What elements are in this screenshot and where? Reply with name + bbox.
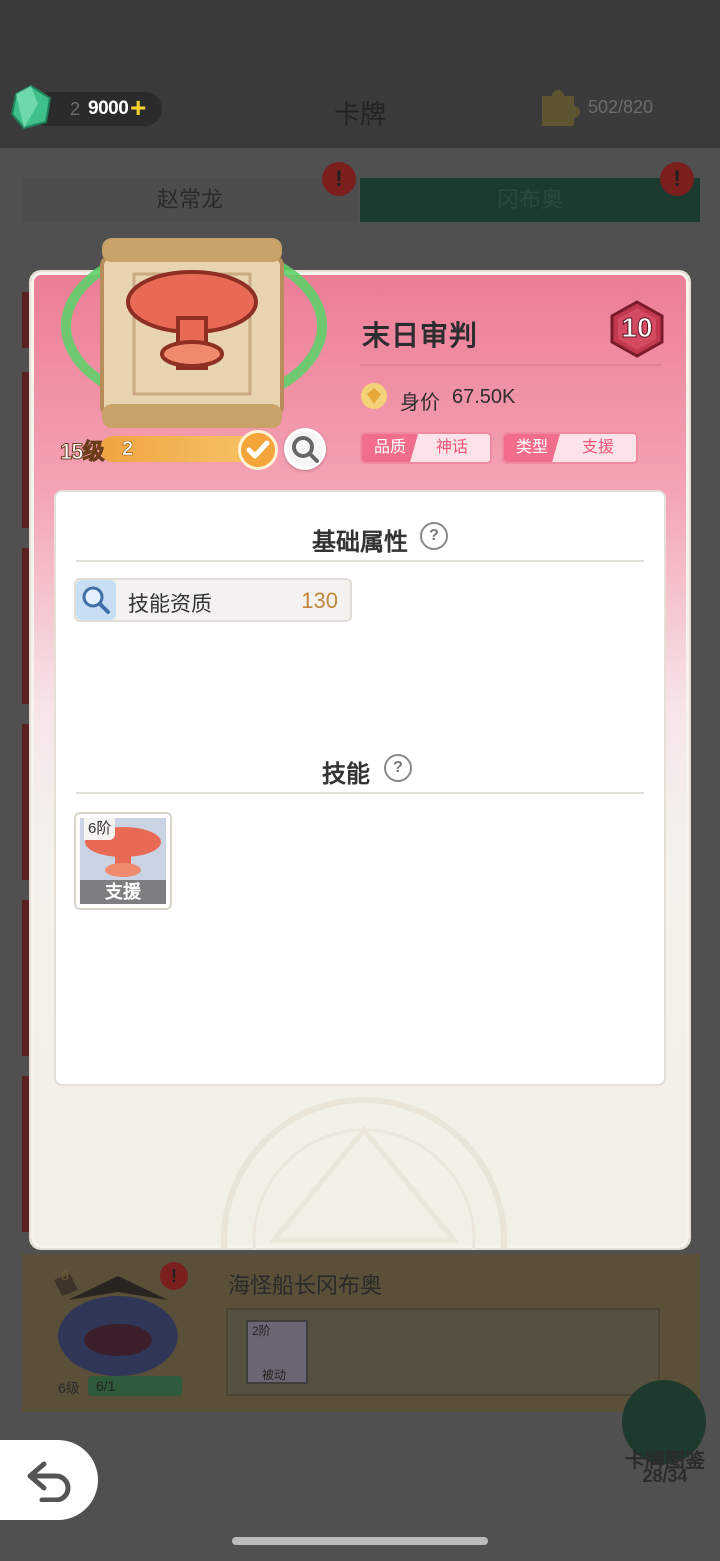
list-item-progress-text: 6/1: [96, 1378, 116, 1394]
list-item-title: 海怪船长冈布奥: [228, 1273, 383, 1298]
tab-hero-1[interactable]: 赵常龙: [22, 178, 358, 222]
divider: [76, 560, 644, 562]
skill-aptitude-icon: [76, 580, 116, 620]
card-level: 15级: [59, 439, 105, 465]
alert-badge: !: [660, 162, 694, 196]
card-gallery-count: 28/34: [642, 1466, 688, 1486]
diamond-price-icon: [361, 383, 387, 409]
card-art-scroll: [61, 238, 327, 428]
hero-tab-bar: 赵常龙 冈布奥: [22, 178, 700, 222]
list-item-skill-name: 被动: [262, 1368, 287, 1382]
skills-help-button[interactable]: ?: [384, 754, 412, 782]
home-indicator[interactable]: [232, 1537, 488, 1545]
list-item-skill-level: 2阶: [252, 1324, 271, 1338]
type-tag-key: 类型: [504, 434, 560, 462]
price-value: 67.50K: [452, 386, 516, 408]
attribute-label: 技能资质: [128, 593, 212, 616]
puzzle-piece-icon: [542, 90, 580, 126]
card-level-progress: 2: [122, 438, 134, 461]
skills-title: 技能: [322, 761, 370, 788]
tab-hero-2[interactable]: 冈布奥: [360, 178, 700, 222]
alert-badge: !: [160, 1262, 188, 1290]
skill-name: 支援: [105, 882, 141, 902]
price-label: 身价: [400, 392, 440, 414]
divider: [360, 364, 662, 366]
list-item-cost: 8: [61, 1267, 69, 1283]
quality-tag-value: 神话: [435, 439, 468, 456]
divider: [76, 792, 644, 794]
level-up-ready-badge[interactable]: [238, 430, 278, 470]
basic-attributes-help-button[interactable]: ?: [420, 522, 448, 550]
quality-tag-key: 品质: [362, 434, 418, 462]
checkmark-icon: [246, 440, 270, 459]
basic-attributes-title: 基础属性: [312, 529, 408, 556]
puzzle-counter-value: 502/820: [588, 97, 654, 117]
attribute-value: 130: [301, 588, 338, 613]
type-tag-value: 支援: [581, 439, 614, 456]
back-arrow-icon: [27, 1461, 71, 1502]
list-item-level: 6级: [58, 1380, 80, 1396]
card-cost: 10: [621, 312, 653, 344]
magnifier-icon: [292, 436, 319, 463]
alert-badge: !: [322, 162, 356, 196]
zoom-card-button[interactable]: [284, 428, 326, 470]
quality-tag: 品质 神话: [360, 432, 492, 464]
magnifier-icon: [82, 586, 110, 614]
type-tag: 类型 支援: [502, 432, 638, 464]
magic-circle-watermark: [221, 1097, 507, 1250]
skill-level: 6阶: [84, 818, 116, 840]
card-name: 末日审判: [362, 320, 479, 351]
